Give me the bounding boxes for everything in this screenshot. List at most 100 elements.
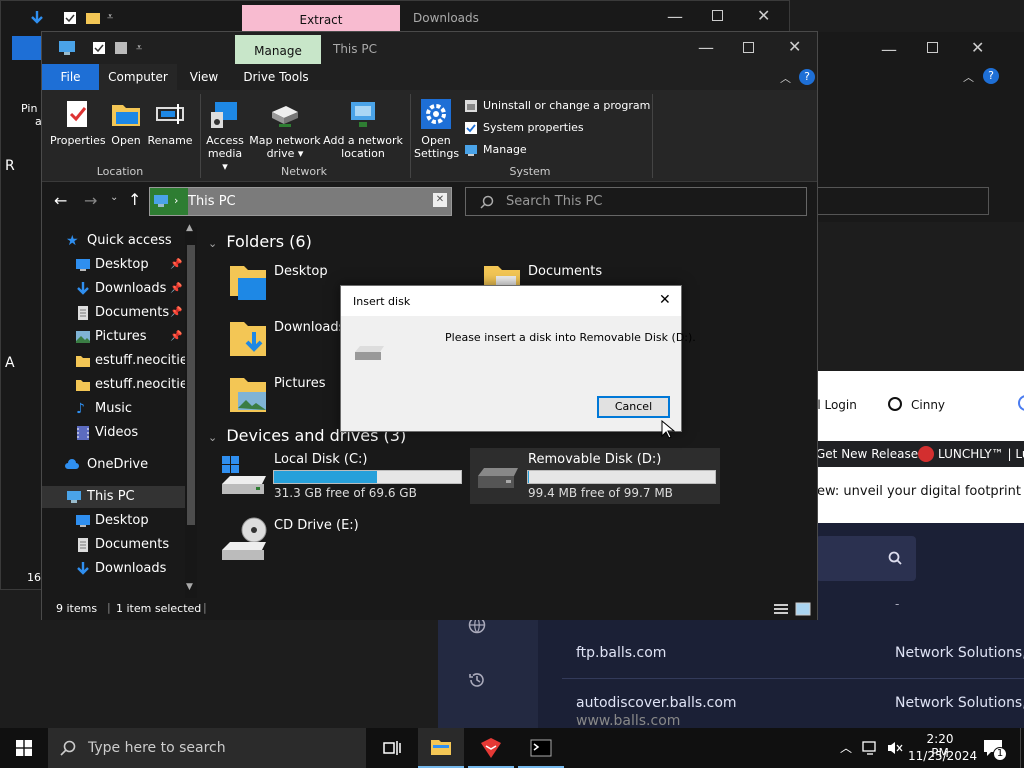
drive-removable-d[interactable]: Removable Disk (D:) 99.4 MB free of 99.7… <box>470 448 720 504</box>
minimize-icon[interactable]: — <box>698 38 714 57</box>
back-search-box[interactable] <box>817 187 989 215</box>
maximize-icon[interactable] <box>927 42 938 53</box>
manage-link[interactable]: Manage <box>464 140 654 162</box>
taskbar-file-explorer[interactable] <box>418 728 464 768</box>
domain-cell[interactable]: ftp.balls.com <box>576 645 666 661</box>
tab-file[interactable]: File <box>42 64 99 90</box>
properties-icon[interactable] <box>92 41 106 55</box>
download-icon <box>77 562 89 575</box>
scroll-thumb[interactable] <box>187 245 195 525</box>
removable-disk-icon <box>355 346 384 360</box>
tab-view[interactable]: View <box>177 64 231 90</box>
cancel-button[interactable]: Cancel <box>597 396 670 418</box>
show-desktop-button[interactable] <box>1020 728 1024 768</box>
system-properties-link[interactable]: System properties <box>464 118 654 140</box>
close-icon[interactable]: ✕ <box>971 38 984 57</box>
tab-computer[interactable]: Computer <box>99 64 177 90</box>
nav-onedrive[interactable]: OneDrive <box>42 454 194 476</box>
taskbar-app[interactable] <box>468 728 514 768</box>
nav-downloads[interactable]: Downloads <box>42 558 194 580</box>
nav-downloads[interactable]: Downloads 📌 <box>42 278 194 300</box>
close-icon[interactable]: ✕ <box>659 292 671 308</box>
nav-music[interactable]: ♪ Music <box>42 398 194 420</box>
clock-date[interactable]: 11/25/2024 <box>908 749 977 763</box>
drive-cd-e[interactable]: CD Drive (E:) <box>220 516 466 568</box>
minimize-icon[interactable]: — <box>881 40 897 59</box>
back-arrow-icon[interactable]: ← <box>54 191 67 210</box>
nav-videos[interactable]: Videos <box>42 422 194 444</box>
open-settings-button[interactable]: Open Settings <box>414 98 459 160</box>
chevron-down-icon[interactable]: ⩡ <box>107 10 113 24</box>
scroll-down-icon[interactable]: ▼ <box>186 582 193 592</box>
title-bar: ⩡ Manage This PC — ✕ <box>42 32 817 64</box>
table-row[interactable]: ftp.balls.com Network Solutions, L <box>562 629 1024 679</box>
map-network-drive-button[interactable]: Map network drive ▾ <box>248 98 322 160</box>
properties-icon[interactable] <box>63 11 77 25</box>
nav-this-pc[interactable]: This PC <box>42 486 194 508</box>
clear-address-icon[interactable]: ✕ <box>433 193 447 207</box>
browser-tab-cinny[interactable]: Cinny <box>911 398 945 412</box>
domain-cell[interactable]: autodiscover.balls.com <box>576 695 737 711</box>
close-icon[interactable]: ✕ <box>788 37 801 56</box>
nav-documents[interactable]: Documents <box>42 534 194 556</box>
bookmark-get-new-releases[interactable]: Get New Releases <box>816 447 924 461</box>
tab-drive-tools[interactable]: Drive Tools <box>231 64 321 90</box>
pin-icon[interactable]: 📌 <box>170 278 182 300</box>
search-input[interactable]: Search This PC <box>465 187 807 216</box>
network-icon[interactable] <box>862 740 880 756</box>
domain-cell[interactable]: www.balls.com <box>576 713 680 729</box>
pin-icon[interactable]: 📌 <box>170 326 182 348</box>
address-input[interactable]: › This PC ✕ <box>149 187 452 216</box>
app-search-box[interactable] <box>816 536 916 581</box>
up-arrow-icon[interactable]: ↑ <box>128 190 141 209</box>
pin-icon[interactable]: 📌 <box>170 302 182 324</box>
forward-arrow-icon[interactable]: → <box>84 191 97 210</box>
help-icon[interactable]: ? <box>799 69 815 85</box>
windows-start-icon[interactable] <box>16 740 32 756</box>
collapse-ribbon-icon[interactable]: ︿ <box>963 69 974 85</box>
access-media-button[interactable]: Access media ▾ <box>204 98 246 173</box>
close-icon[interactable]: ✕ <box>757 6 770 25</box>
tab-manage[interactable]: Manage <box>235 35 321 64</box>
nav-folder[interactable]: estuff.neocities <box>42 374 195 396</box>
nav-scrollbar[interactable]: ▲ ▼ <box>185 223 197 599</box>
task-view-icon[interactable] <box>383 739 401 757</box>
bookmark-lunchly[interactable]: LUNCHLY™ | Lur <box>938 447 1024 461</box>
uninstall-program-link[interactable]: Uninstall or change a program <box>464 96 654 118</box>
nav-folder[interactable]: estuff.neocities <box>42 350 195 372</box>
folders-section-header[interactable]: ⌄ Folders (6) <box>208 232 312 251</box>
scroll-up-icon[interactable]: ▲ <box>186 223 193 233</box>
pin-icon[interactable]: 📌 <box>170 254 182 276</box>
maximize-icon[interactable] <box>712 10 723 21</box>
tab-extract[interactable]: Extract <box>242 5 400 31</box>
breadcrumb-chevron-icon[interactable]: › <box>174 194 178 207</box>
folder-icon[interactable] <box>85 10 101 26</box>
collapse-ribbon-icon[interactable]: ︿ <box>780 70 791 86</box>
details-view-icon[interactable] <box>773 603 789 615</box>
open-button[interactable]: Open <box>108 98 144 147</box>
show-hidden-icons[interactable]: ︿ <box>840 739 852 756</box>
chevron-down-icon[interactable]: ⩡ <box>136 41 142 55</box>
large-icons-view-icon[interactable] <box>795 602 811 616</box>
nav-quick-access[interactable]: ★ Quick access <box>42 230 194 252</box>
help-icon[interactable]: ? <box>983 68 999 84</box>
new-folder-icon[interactable] <box>114 41 128 55</box>
taskbar-search[interactable]: Type here to search <box>48 728 366 768</box>
back-file-tab[interactable] <box>12 36 44 60</box>
minimize-icon[interactable]: — <box>667 7 683 26</box>
drive-name: Removable Disk (D:) <box>528 452 662 467</box>
browser-tab-email[interactable]: il Login <box>814 398 857 412</box>
history-icon[interactable] <box>468 671 486 689</box>
nav-desktop[interactable]: Desktop <box>42 510 194 532</box>
nav-pictures[interactable]: Pictures 📌 <box>42 326 194 348</box>
nav-desktop[interactable]: Desktop 📌 <box>42 254 194 276</box>
nav-documents[interactable]: Documents 📌 <box>42 302 194 324</box>
chevron-down-icon[interactable]: ⌄ <box>110 192 118 203</box>
add-network-location-button[interactable]: Add a network location <box>322 98 404 160</box>
drive-local-c[interactable]: Local Disk (C:) 31.3 GB free of 69.6 GB <box>220 452 466 504</box>
maximize-icon[interactable] <box>743 42 754 53</box>
rename-button[interactable]: Rename <box>146 98 194 147</box>
taskbar-terminal[interactable] <box>518 728 564 768</box>
properties-button[interactable]: Properties <box>50 98 106 147</box>
volume-muted-icon[interactable] <box>886 740 904 756</box>
